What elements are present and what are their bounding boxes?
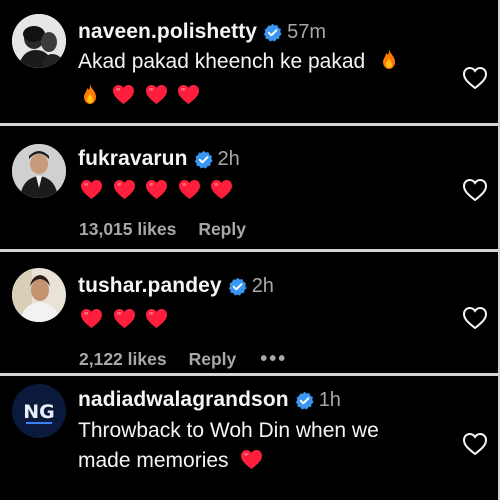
heart-icon bbox=[80, 179, 103, 200]
comment-card: NG nadiadwalagrandson 1h Throwback to Wo… bbox=[0, 376, 498, 500]
verified-badge-icon bbox=[228, 277, 247, 296]
verified-badge-icon bbox=[263, 23, 282, 42]
username[interactable]: nadiadwalagrandson bbox=[78, 388, 289, 412]
username[interactable]: naveen.polishetty bbox=[78, 20, 257, 44]
heart-icon bbox=[145, 84, 168, 105]
fire-icon bbox=[80, 83, 100, 105]
like-heart-outline-icon[interactable] bbox=[462, 66, 488, 90]
heart-icon bbox=[113, 179, 136, 200]
comment-text-line: Throwback to Woh Din when we bbox=[78, 419, 379, 442]
heart-icon bbox=[145, 179, 168, 200]
like-heart-outline-icon[interactable] bbox=[462, 306, 488, 330]
verified-badge-icon bbox=[194, 150, 213, 169]
likes-count[interactable]: 2,122 likes bbox=[79, 349, 167, 370]
username[interactable]: fukravarun bbox=[78, 147, 188, 171]
timestamp: 57m bbox=[287, 20, 326, 43]
comment-card: tushar.pandey 2h 2,122 likes Reply ••• bbox=[0, 252, 498, 373]
avatar[interactable] bbox=[12, 14, 66, 68]
timestamp: 2h bbox=[251, 274, 274, 297]
comment-text: made memories bbox=[78, 446, 273, 476]
like-heart-outline-icon[interactable] bbox=[462, 178, 488, 202]
heart-icon bbox=[177, 84, 200, 105]
more-options-icon[interactable]: ••• bbox=[260, 348, 287, 371]
like-heart-outline-icon[interactable] bbox=[462, 432, 488, 456]
reply-button[interactable]: Reply bbox=[189, 349, 237, 370]
comment-text: Throwback to Woh Din when we bbox=[78, 416, 379, 446]
avatar[interactable]: NG bbox=[12, 384, 66, 438]
comment-text-content: Akad pakad kheench ke pakad bbox=[78, 50, 366, 73]
heart-icon bbox=[80, 308, 103, 329]
heart-icon bbox=[113, 308, 136, 329]
avatar-logo-text: NG bbox=[23, 401, 55, 423]
comment-card: naveen.polishetty 57m Akad pakad kheench… bbox=[0, 0, 498, 123]
likes-count[interactable]: 13,015 likes bbox=[79, 219, 176, 240]
emoji-row bbox=[80, 179, 243, 200]
avatar[interactable] bbox=[12, 268, 66, 322]
emoji-row bbox=[80, 308, 178, 329]
timestamp: 2h bbox=[217, 147, 240, 170]
comment-card: fukravarun 2h 13,015 likes Reply bbox=[0, 126, 498, 249]
emoji-row bbox=[80, 83, 210, 105]
heart-icon bbox=[112, 84, 135, 105]
username[interactable]: tushar.pandey bbox=[78, 274, 222, 298]
fire-icon bbox=[379, 48, 399, 70]
heart-icon bbox=[145, 308, 168, 329]
timestamp: 1h bbox=[318, 388, 341, 411]
avatar[interactable] bbox=[12, 144, 66, 198]
heart-icon bbox=[178, 179, 201, 200]
reply-button[interactable]: Reply bbox=[198, 219, 246, 240]
heart-icon bbox=[240, 449, 263, 470]
verified-badge-icon bbox=[295, 391, 314, 410]
comment-text-line: made memories bbox=[78, 449, 229, 472]
heart-icon bbox=[210, 179, 233, 200]
comment-text: Akad pakad kheench ke pakad bbox=[78, 47, 399, 77]
